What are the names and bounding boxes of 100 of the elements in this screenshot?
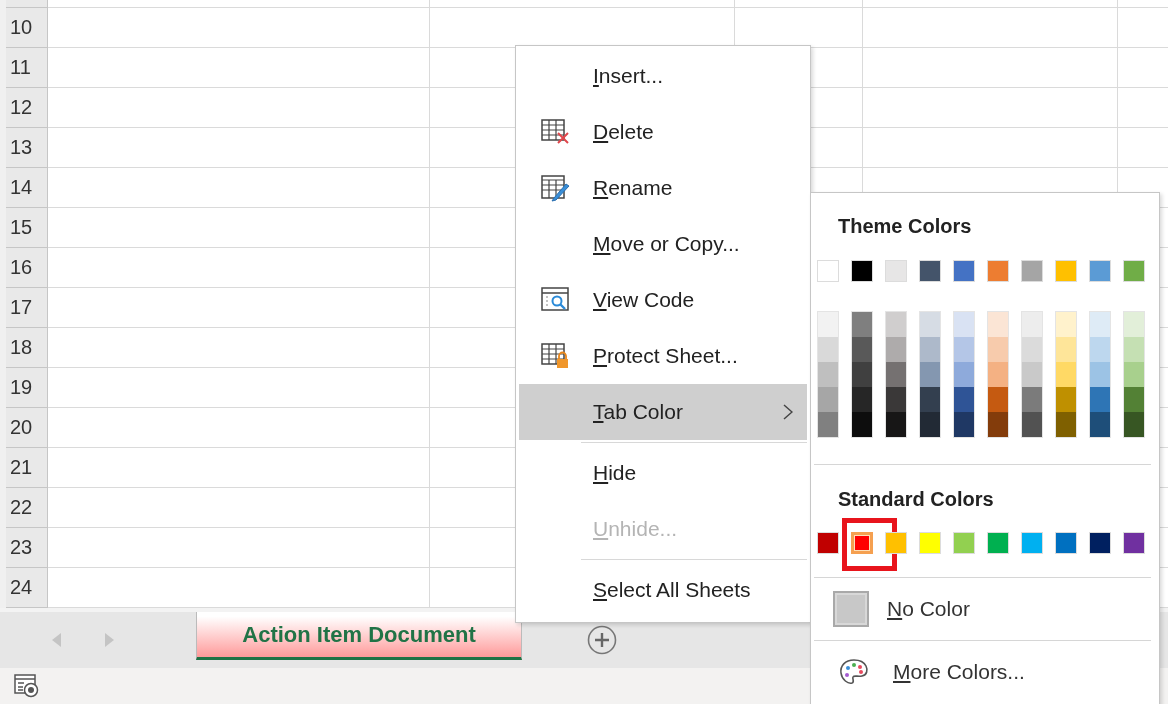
color-swatch[interactable] [920,337,940,362]
color-swatch[interactable] [1124,312,1144,337]
table-cell[interactable] [48,208,430,248]
color-swatch[interactable] [1090,312,1110,337]
menu-item[interactable]: More Colors... [811,641,1159,703]
table-cell[interactable] [48,368,430,408]
color-swatch[interactable] [1056,312,1076,337]
color-swatch[interactable] [953,532,975,554]
color-swatch[interactable] [1124,362,1144,387]
row-header[interactable]: 22 [6,488,48,528]
color-swatch[interactable] [920,387,940,412]
color-swatch[interactable] [1055,532,1077,554]
row-header[interactable] [6,0,48,8]
scroll-left-icon[interactable] [52,633,62,647]
row-header[interactable]: 15 [6,208,48,248]
table-cell[interactable] [48,448,430,488]
color-swatch[interactable] [1089,532,1111,554]
color-swatch[interactable] [953,260,975,282]
color-swatch[interactable] [818,412,838,437]
table-cell[interactable] [48,408,430,448]
color-swatch[interactable] [988,312,1008,337]
color-swatch[interactable] [1124,412,1144,437]
table-cell[interactable] [48,168,430,208]
color-swatch[interactable] [988,362,1008,387]
color-swatch[interactable] [886,337,906,362]
row-header[interactable]: 16 [6,248,48,288]
color-swatch[interactable] [1056,362,1076,387]
table-cell[interactable] [48,8,430,48]
color-swatch[interactable] [1123,532,1145,554]
color-swatch[interactable] [954,312,974,337]
color-swatch[interactable] [1123,260,1145,282]
row-header[interactable]: 10 [6,8,48,48]
table-cell[interactable] [430,0,735,8]
table-cell[interactable] [48,128,430,168]
color-swatch[interactable] [818,362,838,387]
table-cell[interactable] [863,8,1118,48]
row-header[interactable]: 24 [6,568,48,608]
menu-item[interactable]: Delete [519,104,807,160]
color-swatch[interactable] [920,412,940,437]
color-swatch[interactable] [954,362,974,387]
row-header[interactable]: 11 [6,48,48,88]
table-cell[interactable] [48,0,430,8]
table-cell[interactable] [48,528,430,568]
color-swatch[interactable] [1089,260,1111,282]
color-swatch[interactable] [852,362,872,387]
macro-record-icon[interactable] [14,674,40,698]
color-swatch[interactable] [886,312,906,337]
scroll-right-icon[interactable] [104,633,114,647]
color-swatch[interactable] [920,362,940,387]
color-swatch[interactable] [886,362,906,387]
table-cell[interactable] [48,248,430,288]
row-header[interactable]: 19 [6,368,48,408]
menu-item[interactable]: Protect Sheet... [519,328,807,384]
menu-item[interactable]: Hide [519,440,807,501]
color-swatch[interactable] [817,532,839,554]
color-swatch[interactable] [987,260,1009,282]
menu-item[interactable]: Select All Sheets [519,557,807,618]
color-swatch[interactable] [852,387,872,412]
table-cell[interactable] [863,128,1118,168]
color-swatch[interactable] [920,312,940,337]
color-swatch[interactable] [818,312,838,337]
table-cell[interactable] [48,488,430,528]
color-swatch[interactable] [852,312,872,337]
color-swatch[interactable] [1090,362,1110,387]
add-sheet-icon[interactable] [587,625,617,655]
table-cell[interactable] [863,48,1118,88]
row-header[interactable]: 14 [6,168,48,208]
color-swatch[interactable] [987,532,1009,554]
menu-item[interactable]: Rename [519,160,807,216]
color-swatch[interactable] [852,337,872,362]
menu-item[interactable]: Insert... [519,48,807,104]
menu-item[interactable]: Move or Copy... [519,216,807,272]
color-swatch[interactable] [1056,337,1076,362]
color-swatch[interactable] [1022,312,1042,337]
color-swatch[interactable] [885,260,907,282]
color-swatch[interactable] [988,412,1008,437]
sheet-tab[interactable]: Action Item Document [196,612,522,660]
row-header[interactable]: 20 [6,408,48,448]
color-swatch[interactable] [1090,387,1110,412]
color-swatch[interactable] [1022,362,1042,387]
color-swatch[interactable] [818,387,838,412]
table-cell[interactable] [863,88,1118,128]
color-swatch[interactable] [886,412,906,437]
color-swatch[interactable] [1056,412,1076,437]
color-swatch[interactable] [1124,337,1144,362]
color-swatch[interactable] [1055,260,1077,282]
color-swatch[interactable] [988,337,1008,362]
menu-item[interactable]: No Color [811,578,1159,640]
row-header[interactable]: 17 [6,288,48,328]
row-header[interactable]: 23 [6,528,48,568]
color-swatch[interactable] [885,532,907,554]
color-swatch[interactable] [1022,412,1042,437]
menu-item[interactable]: View Code [519,272,807,328]
color-swatch[interactable] [1021,532,1043,554]
color-swatch[interactable] [954,387,974,412]
row-header[interactable]: 21 [6,448,48,488]
color-swatch[interactable] [954,337,974,362]
color-swatch[interactable] [1022,387,1042,412]
color-swatch[interactable] [919,532,941,554]
row-header[interactable]: 13 [6,128,48,168]
